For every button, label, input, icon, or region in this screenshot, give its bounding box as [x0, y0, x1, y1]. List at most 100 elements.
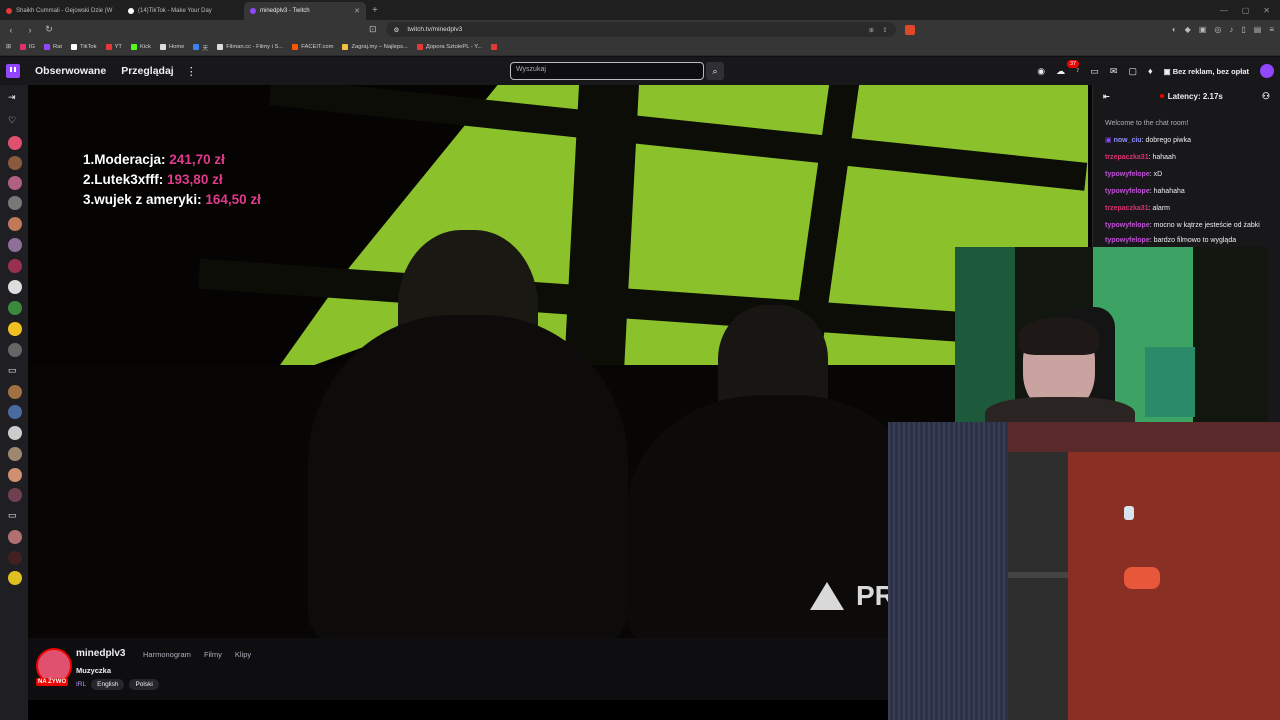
stream-tags: IRL English Polski	[76, 679, 159, 690]
bookmark-item[interactable]: Zagraj.my – Najleps...	[342, 44, 408, 50]
extension-icon[interactable]: ◎	[1214, 25, 1221, 34]
bookmark-item[interactable]: FACEIT.com	[292, 44, 333, 50]
channel-avatar[interactable]	[8, 468, 22, 482]
extension-icon[interactable]: ◐	[1172, 25, 1177, 34]
wallet-icon[interactable]: ▤	[1254, 25, 1262, 34]
collapse-chat-icon[interactable]: ⇤	[1103, 92, 1110, 101]
channel-avatar[interactable]	[8, 405, 22, 419]
zoom-icon[interactable]: ⊕	[869, 26, 874, 34]
more-menu-icon[interactable]: ⋮	[186, 65, 197, 78]
address-bar[interactable]: ⚙ twitch.tv/minedplv3 ⊕ ⇪	[385, 22, 896, 37]
tab-title: minedplv3 - Twitch	[260, 8, 310, 14]
menu-icon[interactable]: ≡	[1269, 25, 1274, 34]
filman-icon	[217, 44, 224, 50]
bookmark-item[interactable]: Доpora SztolePL - Y...	[416, 44, 482, 50]
bookmark-item[interactable]: Rat	[43, 44, 62, 50]
brave-shield-icon[interactable]	[904, 24, 915, 35]
bookmark-icon[interactable]: ⊡	[369, 24, 377, 35]
channel-avatar[interactable]	[8, 238, 22, 252]
channel-avatar[interactable]	[8, 530, 22, 544]
user-avatar[interactable]	[1260, 64, 1274, 78]
bookmark-item[interactable]: Filman.cc - Filmy i S...	[217, 44, 283, 50]
ad-free-button[interactable]: ▣ Bez reklam, bez opłat	[1164, 67, 1249, 76]
tag-english[interactable]: English	[91, 679, 125, 690]
tab-schedule[interactable]: Harmonogram	[143, 650, 191, 659]
webcam-overlay	[955, 247, 1268, 422]
extension-icon[interactable]: ▣	[1199, 25, 1207, 34]
leaderboard-row: 2.Lutek3xfff: 193,80 zł	[83, 172, 223, 187]
tag-polish[interactable]: Polski	[129, 679, 159, 690]
video-camera-icon[interactable]: ▭	[8, 365, 17, 376]
twitch-logo-icon[interactable]	[6, 64, 20, 78]
chat-message: ▣ now_ciu: dobrego piwka	[1105, 137, 1191, 144]
music-icon[interactable]: ♪	[1229, 25, 1233, 34]
tab-clips[interactable]: Klipy	[235, 650, 251, 659]
search-icon[interactable]: ⌕	[706, 62, 724, 80]
inbox-icon[interactable]: ▭	[1090, 66, 1099, 77]
channel-avatar[interactable]	[8, 259, 22, 273]
back-icon[interactable]: ‹	[6, 25, 16, 35]
channel-avatar[interactable]	[8, 176, 22, 190]
close-window-icon[interactable]: ✕	[1263, 6, 1270, 15]
bookmark-item[interactable]: IG	[19, 44, 35, 50]
search-input[interactable]: Wyszukaj	[510, 62, 704, 80]
channel-name[interactable]: minedplv3	[76, 648, 125, 659]
mail-icon[interactable]: ✉	[1110, 66, 1118, 77]
channel-avatar[interactable]	[8, 217, 22, 231]
share-icon[interactable]: ⇪	[882, 26, 887, 34]
brick-interior	[1068, 442, 1280, 720]
channel-avatar[interactable]	[8, 196, 22, 210]
channel-avatar[interactable]	[8, 571, 22, 585]
channel-avatar[interactable]	[8, 343, 22, 357]
video-camera-icon[interactable]: ▭	[8, 510, 17, 521]
forward-icon[interactable]: ›	[25, 25, 35, 35]
sidebar-icon[interactable]: ▯	[1241, 25, 1245, 34]
url-text: twitch.tv/minedplv3	[407, 26, 463, 33]
apps-icon[interactable]: ⊞	[6, 44, 11, 50]
nav-browse[interactable]: Przeglądaj	[121, 65, 174, 77]
channel-avatar[interactable]	[8, 136, 22, 150]
channel-avatar[interactable]	[8, 280, 22, 294]
expand-sidebar-icon[interactable]: ⇥	[8, 92, 16, 103]
bookmark-item[interactable]	[491, 44, 498, 50]
chat-message: typowyfelope: bardzo filmowo to wygląda	[1105, 237, 1237, 244]
new-tab-button[interactable]: +	[366, 5, 384, 16]
browser-tab[interactable]: (14)TikTok - Make Your Day	[122, 2, 244, 20]
channel-avatar[interactable]	[8, 385, 22, 399]
chat-message: trzepaczka31: alarm	[1105, 205, 1170, 212]
bookmark-item[interactable]: YT	[105, 44, 122, 50]
channel-avatar[interactable]	[8, 322, 22, 336]
bookmark-item[interactable]: Kick	[130, 44, 151, 50]
bookmark-item[interactable]: Home	[159, 44, 184, 50]
stream-category[interactable]: Muzyczka	[76, 666, 111, 675]
site-info-icon[interactable]: ⚙	[394, 26, 400, 34]
bookmark-item[interactable]: 天	[193, 43, 208, 52]
channel-avatar[interactable]	[8, 301, 22, 315]
bookmark-item[interactable]: TikTok	[71, 44, 97, 50]
nav-following[interactable]: Obserwowane	[35, 65, 106, 77]
seven-tv-icon[interactable]: ⁷	[1076, 66, 1079, 76]
channel-avatar[interactable]	[8, 156, 22, 170]
community-icon[interactable]: ⚇	[1262, 91, 1270, 102]
channel-avatar[interactable]	[8, 551, 22, 565]
extension-icon[interactable]: ◉	[1037, 66, 1045, 77]
close-tab-icon[interactable]: ✕	[354, 7, 360, 15]
tiktok-icon	[71, 44, 78, 50]
maximize-icon[interactable]: ▢	[1242, 6, 1250, 15]
browser-tab[interactable]: Shaikh Cummali - Gejowski Dzie (W	[0, 2, 122, 20]
category-link[interactable]: IRL	[76, 681, 86, 688]
youtube-icon	[416, 44, 423, 50]
browser-tab-active[interactable]: minedplv3 - Twitch ✕	[244, 2, 366, 20]
channel-avatar[interactable]	[8, 447, 22, 461]
whispers-icon[interactable]: ▢	[1128, 66, 1137, 77]
channel-avatar[interactable]	[8, 426, 22, 440]
channel-avatar[interactable]	[8, 488, 22, 502]
crown-icon[interactable]: ♦	[1148, 66, 1153, 76]
minimize-icon[interactable]: —	[1220, 6, 1228, 15]
twitch-icon	[43, 44, 50, 50]
cloud-icon[interactable]: ☁	[1056, 66, 1065, 77]
extension-icon[interactable]: ◆	[1185, 25, 1191, 34]
reload-icon[interactable]: ↻	[44, 24, 54, 35]
tab-videos[interactable]: Filmy	[204, 650, 222, 659]
roof	[1008, 422, 1280, 452]
